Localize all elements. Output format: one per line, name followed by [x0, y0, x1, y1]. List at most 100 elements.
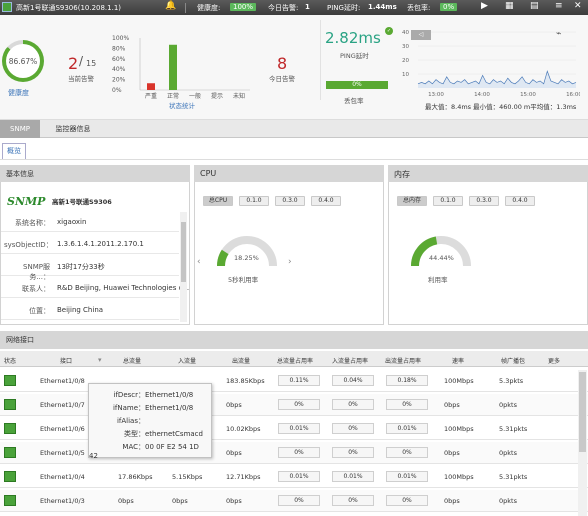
alarm-stats-title: 状态统计: [169, 102, 195, 110]
current-alarms-num[interactable]: 2: [68, 54, 78, 73]
close-icon[interactable]: ✕: [574, 1, 582, 11]
alarm-bar[interactable]: [147, 83, 155, 90]
ping-chart-back-icon[interactable]: ◁: [411, 30, 431, 40]
interface-name: Ethernet1/0/4: [40, 473, 85, 481]
sort-icon[interactable]: ▾: [98, 356, 102, 364]
out-traffic: 0bps: [226, 449, 242, 457]
loss-bar-label: 丢包率: [344, 97, 364, 105]
port-status-icon[interactable]: [4, 495, 16, 506]
sub-tab-bar: [0, 140, 588, 160]
cpu-btn-040[interactable]: 0.4.0: [311, 196, 341, 206]
ping-y-label: 30: [402, 44, 409, 50]
cpu-prev-icon[interactable]: ‹: [197, 257, 201, 267]
ping-x-label: 15:00: [520, 92, 536, 98]
bell-icon[interactable]: 🔔: [165, 1, 176, 11]
total-pct: 0.11%: [278, 375, 320, 386]
col-in-pct[interactable]: 入流量占用率: [332, 356, 368, 365]
cpu-btn-total[interactable]: 总CPU: [203, 196, 233, 206]
col-in[interactable]: 入流量: [178, 356, 196, 365]
ping-big-label: PING延时: [340, 52, 369, 60]
tooltip-line: ifName：Ethernet1/0/8: [89, 403, 209, 413]
ping-value: 1.44ms: [368, 3, 397, 11]
loss-bar: 0%: [326, 81, 388, 89]
tooltip-label: ifDescr：: [113, 391, 145, 399]
speed: 100Mbps: [444, 473, 474, 481]
chart-icon[interactable]: ▤: [530, 1, 539, 11]
col-broadcast[interactable]: 帧广播包: [501, 356, 525, 365]
col-interface[interactable]: 接口: [60, 356, 72, 365]
alarm-bar[interactable]: [169, 44, 177, 90]
speed: 100Mbps: [444, 425, 474, 433]
alarm-slash: /: [79, 54, 84, 68]
broadcast-packets: 0pkts: [499, 401, 517, 409]
y-tick-label: 20%: [112, 77, 126, 84]
y-tick-label: 80%: [112, 45, 126, 52]
tab-monitor[interactable]: 监控器信息: [43, 120, 103, 138]
in-pct: 0.01%: [332, 471, 374, 482]
broadcast-packets: 0pkts: [499, 449, 517, 457]
memory-percent: 44.44%: [429, 254, 454, 262]
settings-icon[interactable]: ≡: [555, 1, 563, 11]
in-pct: 0%: [332, 423, 374, 434]
cpu-next-icon[interactable]: ›: [288, 257, 292, 267]
tab-overview[interactable]: 概览: [2, 143, 26, 159]
grid-icon[interactable]: ▦: [505, 1, 514, 11]
col-status[interactable]: 状态: [4, 356, 16, 365]
port-status-icon[interactable]: [4, 471, 16, 482]
mem-btn-030[interactable]: 0.3.0: [469, 196, 499, 206]
x-tick-label: 严重: [145, 92, 157, 100]
mem-btn-total[interactable]: 总内存: [397, 196, 427, 206]
col-out-pct[interactable]: 出流量占用率: [385, 356, 421, 365]
out-traffic: 183.85Kbps: [226, 377, 265, 385]
port-status-icon[interactable]: [4, 399, 16, 410]
info-row-objectid: sysObjectID： 1.3.6.1.4.1.2011.2.170.1: [1, 234, 179, 254]
table-row[interactable]: Ethernet1/0/3 0bps 0bps 0bps 0% 0% 0% 0bps 0pkts: [0, 490, 588, 512]
interface-name: Ethernet1/0/5: [40, 449, 85, 457]
ping-big-value: 2.82ms: [325, 29, 381, 47]
mem-btn-010[interactable]: 0.1.0: [433, 196, 463, 206]
port-status-icon[interactable]: [4, 447, 16, 458]
col-speed[interactable]: 速率: [452, 356, 464, 365]
play-icon[interactable]: ▶: [481, 1, 488, 11]
port-status-icon[interactable]: [4, 423, 16, 434]
out-pct: 0.18%: [386, 375, 428, 386]
info-label: 联系人：: [22, 285, 50, 293]
col-more[interactable]: 更多: [548, 356, 560, 365]
interface-name: Ethernet1/0/3: [40, 497, 85, 505]
ping-y-label: 20: [402, 58, 409, 64]
info-value: 1.3.6.1.4.1.2011.2.170.1: [57, 240, 144, 248]
tooltip-label: MAC：: [122, 443, 145, 451]
cpu-btn-010[interactable]: 0.1.0: [239, 196, 269, 206]
info-scroll-thumb[interactable]: [181, 222, 186, 282]
check-icon: ✓: [385, 27, 393, 35]
table-scroll-thumb[interactable]: [579, 372, 586, 452]
y-tick-label: 100%: [112, 35, 129, 42]
tooltip-value: ethernetCsmacd: [145, 430, 203, 438]
info-value: Beijing China: [57, 306, 104, 314]
cpu-btn-030[interactable]: 0.3.0: [275, 196, 305, 206]
device-status-icon: [2, 2, 12, 12]
table-row[interactable]: Ethernet1/0/4 17.86Kbps 5.15Kbps 12.71Kbps 0…: [0, 466, 588, 488]
ping-y-label: 10: [402, 72, 409, 78]
port-status-icon[interactable]: [4, 375, 16, 386]
x-tick-label: 未知: [233, 92, 245, 100]
col-out[interactable]: 出流量: [232, 356, 250, 365]
tooltip-line: ifAlias：: [89, 416, 209, 426]
col-total[interactable]: 总流量: [123, 356, 141, 365]
today-alarm-num[interactable]: 8: [277, 54, 287, 73]
tab-snmp[interactable]: SNMP: [0, 120, 40, 138]
col-total-pct[interactable]: 总流量占用率: [277, 356, 313, 365]
in-traffic: 0bps: [172, 497, 188, 505]
mem-btn-040[interactable]: 0.4.0: [505, 196, 535, 206]
line-chart-icon[interactable]: ⌁: [556, 29, 561, 39]
total-pct: 0.01%: [278, 423, 320, 434]
interface-name: Ethernet1/0/8: [40, 377, 85, 385]
memory-title: 内存: [388, 165, 588, 182]
ping-y-label: 40: [402, 30, 409, 36]
gauge-track: [217, 236, 277, 267]
info-value: 13时17分33秒: [57, 263, 105, 271]
ping-series-line: [417, 70, 577, 85]
in-pct: 0%: [332, 399, 374, 410]
info-row-sysname: 系统名称： xigaoxin: [1, 212, 179, 232]
ping-label: PING延时:: [327, 4, 361, 12]
